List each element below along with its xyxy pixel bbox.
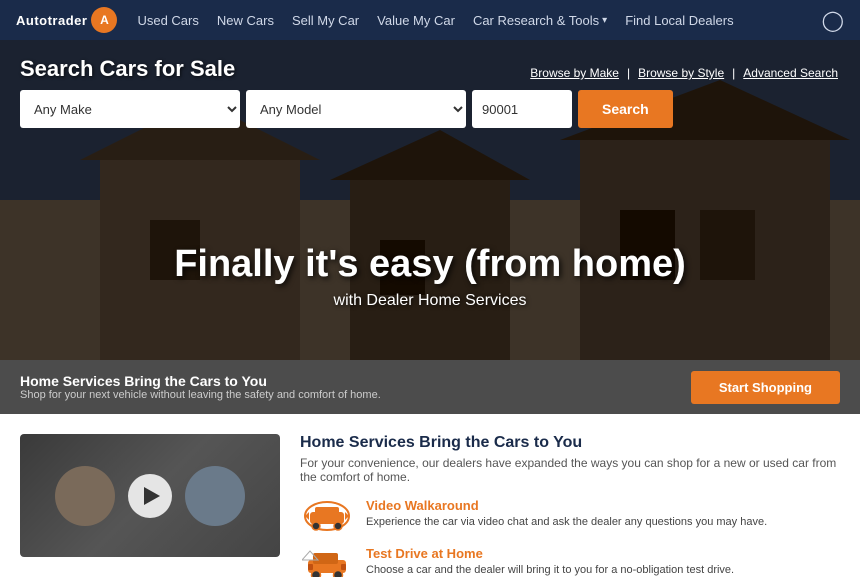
advanced-separator: | — [732, 66, 735, 80]
zip-input[interactable] — [472, 90, 572, 128]
nav-sell-my-car[interactable]: Sell My Car — [292, 13, 359, 28]
nav-used-cars[interactable]: Used Cars — [137, 13, 198, 28]
test-drive-info: Test Drive at Home Choose a car and the … — [366, 546, 734, 577]
service-item-test-drive: Test Drive at Home Choose a car and the … — [300, 546, 840, 577]
logo[interactable]: Autotrader A — [16, 7, 117, 33]
play-icon — [144, 487, 160, 505]
browse-links: Browse by Make | Browse by Style | Advan… — [530, 66, 840, 80]
test-drive-icon — [300, 546, 354, 577]
nav-car-research[interactable]: Car Research & Tools — [473, 13, 607, 28]
lower-main-subtitle: For your convenience, our dealers have e… — [300, 456, 840, 484]
video-walkaround-title: Video Walkaround — [366, 498, 767, 513]
user-icon[interactable]: ◯ — [822, 10, 844, 32]
video-walkaround-icon — [300, 498, 354, 534]
banner-text-area: Home Services Bring the Cars to You Shop… — [20, 373, 691, 401]
banner-title: Home Services Bring the Cars to You — [20, 373, 691, 389]
hero-section: Search Cars for Sale Browse by Make | Br… — [0, 40, 860, 360]
hero-sub-text: with Dealer Home Services — [0, 292, 860, 310]
search-bar-area: Search Cars for Sale Browse by Make | Br… — [0, 56, 860, 128]
logo-text: Autotrader — [16, 13, 87, 28]
test-drive-desc: Choose a car and the dealer will bring i… — [366, 563, 734, 577]
video-thumbnail[interactable] — [20, 434, 280, 557]
search-title: Search Cars for Sale — [20, 56, 235, 82]
banner-strip: Home Services Bring the Cars to You Shop… — [0, 360, 860, 414]
browse-by-make-link[interactable]: Browse by Make — [530, 66, 619, 80]
logo-icon: A — [91, 7, 117, 33]
search-button[interactable]: Search — [578, 90, 673, 128]
face-left-circle — [55, 466, 115, 526]
nav-find-dealers[interactable]: Find Local Dealers — [625, 13, 733, 28]
search-form: Any Make Any Model Search — [20, 90, 840, 128]
lower-content: Home Services Bring the Cars to You For … — [0, 414, 860, 577]
play-button[interactable] — [128, 474, 172, 518]
test-drive-title: Test Drive at Home — [366, 546, 734, 561]
video-walkaround-info: Video Walkaround Experience the car via … — [366, 498, 767, 530]
nav-user-area[interactable]: ◯ — [822, 8, 844, 33]
nav-links: Used Cars New Cars Sell My Car Value My … — [137, 13, 801, 28]
advanced-search-link[interactable]: Advanced Search — [743, 66, 838, 80]
browse-separator: | — [627, 66, 630, 80]
lower-text-area: Home Services Bring the Cars to You For … — [300, 434, 840, 557]
make-select[interactable]: Any Make — [20, 90, 240, 128]
hero-text-block: Finally it's easy (from home) with Deale… — [0, 244, 860, 310]
browse-by-style-link[interactable]: Browse by Style — [638, 66, 724, 80]
start-shopping-button[interactable]: Start Shopping — [691, 371, 840, 404]
service-items: Video Walkaround Experience the car via … — [300, 498, 840, 577]
video-walkaround-desc: Experience the car via video chat and as… — [366, 515, 767, 530]
nav-value-my-car[interactable]: Value My Car — [377, 13, 455, 28]
lower-main-title: Home Services Bring the Cars to You — [300, 434, 840, 452]
banner-subtitle: Shop for your next vehicle without leavi… — [20, 389, 691, 401]
main-nav: Autotrader A Used Cars New Cars Sell My … — [0, 0, 860, 40]
face-right-circle — [185, 466, 245, 526]
service-item-video-walkaround: Video Walkaround Experience the car via … — [300, 498, 840, 534]
model-select[interactable]: Any Model — [246, 90, 466, 128]
nav-new-cars[interactable]: New Cars — [217, 13, 274, 28]
hero-main-text: Finally it's easy (from home) — [0, 244, 860, 286]
